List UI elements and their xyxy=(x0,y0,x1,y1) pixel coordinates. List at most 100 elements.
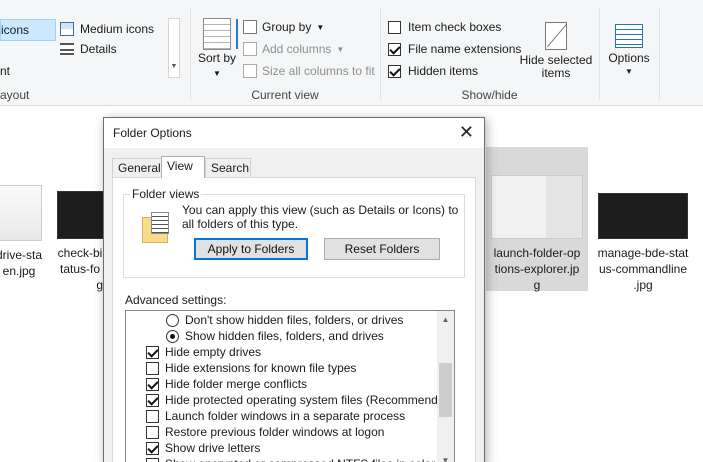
scroll-down-icon[interactable]: ▼ xyxy=(437,452,454,462)
file-name-line: manage-bde-stat xyxy=(597,246,689,260)
setting-checkbox[interactable] xyxy=(146,441,159,455)
folder-views-group: Folder views You can apply this view (su… xyxy=(123,187,465,278)
setting-label: Don't show hidden files, folders, or dri… xyxy=(185,313,404,327)
show-hide-group: Item check boxes File name extensions Hi… xyxy=(381,0,598,106)
reset-folders-button[interactable]: Reset Folders xyxy=(324,238,440,260)
file-name-extensions-toggle[interactable]: File name extensions xyxy=(388,42,521,56)
details-icon xyxy=(60,43,74,55)
close-icon[interactable]: ✕ xyxy=(459,122,474,143)
dialog-titlebar[interactable]: Folder Options ✕ xyxy=(104,118,484,148)
current-view-group: Sort by ▼ Group by ▼ Add columns ▼ Size … xyxy=(191,0,379,106)
ribbon-separator xyxy=(599,8,600,100)
file-name-line: drive-sta xyxy=(0,248,43,262)
layout-group: icons Medium icons Details nt ▼ ayout xyxy=(0,0,186,106)
setting-label: Hide empty drives xyxy=(165,345,262,359)
setting-checkbox[interactable] xyxy=(146,409,159,423)
setting-label: Hide folder merge conflicts xyxy=(165,377,308,391)
apply-to-folders-button[interactable]: Apply to Folders xyxy=(194,238,308,260)
file-item[interactable]: check-bi tatus-fo g xyxy=(57,191,105,293)
setting-label: Restore previous folder windows at logon xyxy=(165,425,385,439)
setting-checkbox[interactable] xyxy=(146,345,159,359)
tab-search[interactable]: Search xyxy=(205,158,251,177)
options-icon xyxy=(615,24,643,48)
advanced-setting-row[interactable]: Hide extensions for known file types xyxy=(146,360,356,376)
file-item[interactable]: drive-sta en.jpg xyxy=(0,185,42,279)
setting-checkbox[interactable] xyxy=(146,457,159,462)
layout-partial-option[interactable]: nt xyxy=(0,64,10,78)
file-thumbnail xyxy=(598,193,688,239)
file-name-line: tions-explorer.jp xyxy=(494,262,580,276)
scroll-up-icon[interactable]: ▲ xyxy=(437,311,454,328)
advanced-settings-scrollbar[interactable]: ▲ ▼ xyxy=(437,311,454,462)
advanced-setting-row[interactable]: Show hidden files, folders, and drives xyxy=(166,328,384,344)
hidden-items-toggle[interactable]: Hidden items xyxy=(388,64,478,78)
item-check-boxes-label: Item check boxes xyxy=(408,20,502,34)
advanced-settings-list[interactable]: Show encrypted or compressed NTFS files … xyxy=(125,310,455,462)
file-thumbnail xyxy=(57,191,105,239)
add-columns-icon xyxy=(243,42,257,56)
hidden-items-checkbox[interactable] xyxy=(388,64,401,78)
add-columns-label: Add columns xyxy=(262,42,332,56)
setting-checkbox[interactable] xyxy=(146,361,159,375)
file-name-line: .jpg xyxy=(633,278,653,292)
item-check-boxes-checkbox[interactable] xyxy=(388,20,401,34)
chevron-down-icon: ▼ xyxy=(316,22,325,32)
hide-selected-items-button[interactable]: Hide selected items xyxy=(519,22,593,80)
advanced-setting-row[interactable]: Hide protected operating system files (R… xyxy=(146,392,455,408)
file-name-line: en.jpg xyxy=(2,264,36,278)
details-label: Details xyxy=(80,42,117,56)
size-all-columns-button[interactable]: Size all columns to fit xyxy=(243,64,375,78)
layout-icons-option[interactable]: icons xyxy=(0,19,56,41)
sort-icon xyxy=(203,18,238,50)
setting-checkbox[interactable] xyxy=(146,425,159,439)
ribbon: icons Medium icons Details nt ▼ ayout So… xyxy=(0,0,703,106)
size-all-columns-label: Size all columns to fit xyxy=(262,64,375,78)
setting-checkbox[interactable] xyxy=(146,393,159,407)
advanced-setting-row[interactable]: Show encrypted or compressed NTFS files … xyxy=(146,456,435,462)
advanced-setting-row[interactable]: Restore previous folder windows at logon xyxy=(146,424,384,440)
file-item[interactable]: manage-bde-stat us-commandline .jpg xyxy=(594,193,692,293)
medium-icons-option[interactable]: Medium icons xyxy=(60,22,154,36)
sort-by-button[interactable]: Sort by ▼ xyxy=(197,14,238,80)
item-check-boxes-toggle[interactable]: Item check boxes xyxy=(388,20,501,34)
file-thumbnail xyxy=(491,175,583,239)
medium-icons-label: Medium icons xyxy=(80,22,155,36)
setting-label: Hide protected operating system files (R… xyxy=(165,393,455,407)
folder-views-legend: Folder views xyxy=(130,187,202,201)
setting-checkbox[interactable] xyxy=(146,377,159,391)
tab-general[interactable]: General xyxy=(112,158,162,177)
dialog-title: Folder Options xyxy=(113,126,192,140)
advanced-setting-row[interactable]: Hide folder merge conflicts xyxy=(146,376,307,392)
folder-views-description: You can apply this view (such as Details… xyxy=(182,203,459,231)
file-name-extensions-label: File name extensions xyxy=(408,42,522,56)
advanced-setting-row[interactable]: Show drive letters xyxy=(146,440,260,456)
scroll-thumb[interactable] xyxy=(439,363,452,417)
details-option[interactable]: Details xyxy=(60,42,117,56)
layout-gallery-scroll[interactable]: ▼ xyxy=(168,18,180,78)
file-name-line: launch-folder-op xyxy=(493,246,581,260)
file-name-line: check-bi xyxy=(57,246,103,260)
setting-label: Launch folder windows in a separate proc… xyxy=(165,409,406,423)
medium-icons-icon xyxy=(60,22,74,36)
setting-label: Show hidden files, folders, and drives xyxy=(185,329,384,343)
group-by-icon xyxy=(243,20,257,34)
file-name-extensions-checkbox[interactable] xyxy=(388,42,401,56)
setting-radio[interactable] xyxy=(166,313,179,327)
gallery-more-icon: ▼ xyxy=(170,63,178,70)
tab-view[interactable]: View xyxy=(161,156,205,178)
options-label: Options xyxy=(608,51,650,65)
file-name-line: g xyxy=(533,278,541,292)
advanced-setting-row[interactable]: Don't show hidden files, folders, or dri… xyxy=(166,312,403,328)
options-button[interactable]: Options ▼ xyxy=(604,24,654,78)
add-columns-button[interactable]: Add columns ▼ xyxy=(243,42,344,56)
advanced-setting-row[interactable]: Hide empty drives xyxy=(146,344,261,360)
setting-radio[interactable] xyxy=(166,329,179,343)
hide-selected-icon xyxy=(545,22,567,50)
sort-by-label: Sort by ▼ xyxy=(197,51,236,79)
group-by-label: Group by xyxy=(262,20,312,34)
hide-selected-items-label: Hide selected items xyxy=(519,53,593,80)
advanced-setting-row[interactable]: Launch folder windows in a separate proc… xyxy=(146,408,405,424)
group-by-button[interactable]: Group by ▼ xyxy=(243,20,324,34)
file-item-selected[interactable]: launch-folder-op tions-explorer.jp g xyxy=(486,147,588,292)
show-hide-group-label: Show/hide xyxy=(461,88,518,102)
